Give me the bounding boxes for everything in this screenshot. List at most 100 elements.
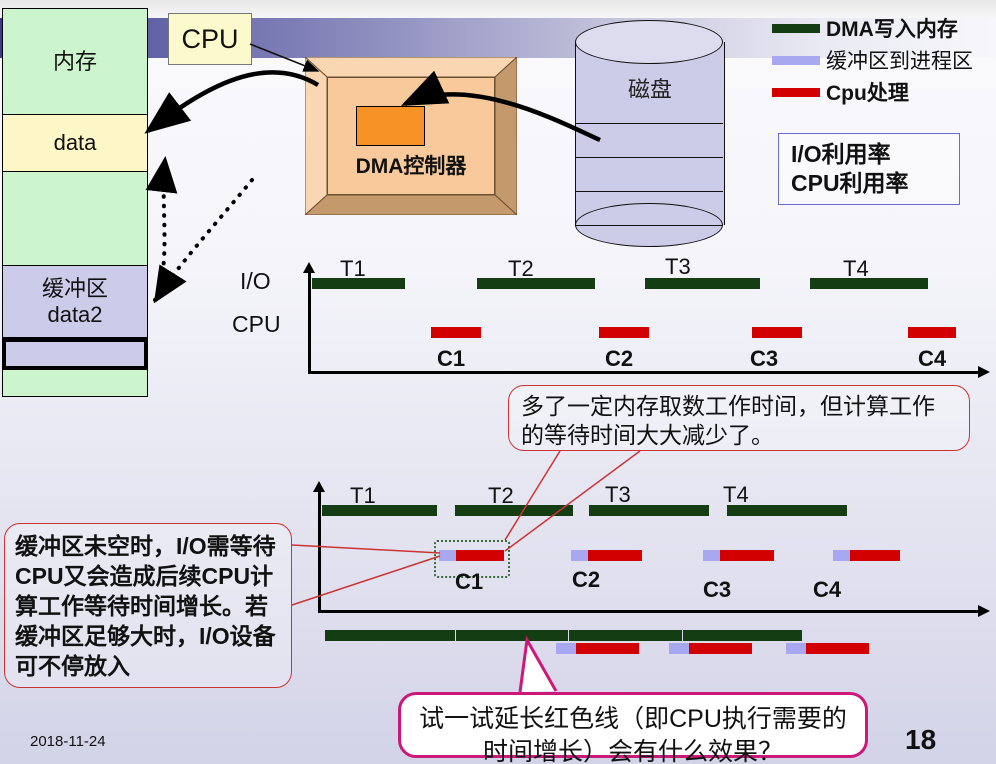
chart2-cpu-bar	[850, 550, 900, 561]
chart3-io-bar	[325, 630, 455, 641]
chart3-buffer-bar	[669, 643, 689, 654]
chart3-io-bar	[456, 630, 568, 641]
chart3-buffer-bar	[556, 643, 576, 654]
disk-divider-3	[575, 191, 723, 192]
chart2-cpu-label: C4	[813, 577, 842, 602]
legend-label-buffer: 缓冲区到进程区	[826, 50, 973, 73]
legend-label-cpu: Cpu处理	[826, 82, 909, 105]
leader-note-left-1	[291, 544, 441, 554]
chart1-axis-label-io: I/O	[240, 268, 271, 294]
disk-divider-1	[575, 123, 723, 124]
chart2-io-bar	[322, 505, 437, 516]
legend-label-dma: DMA写入内存	[826, 18, 958, 41]
chart2-io-label: T3	[605, 482, 631, 507]
chart1-y-axis	[308, 272, 311, 371]
callout-note-left-text: 缓冲区未空时，I/O需等待CPU又会造成后续CPU计算工作等待时间增长。若缓冲区…	[15, 533, 276, 679]
disk-label: 磁盘	[627, 77, 672, 102]
chart1-x-arrow-icon	[978, 366, 990, 378]
memory-label-main: 内存	[52, 48, 97, 74]
chart1-cpu-bar	[752, 327, 802, 338]
slide-canvas: 内存 data 缓冲区 data2 CPU DMA控制器 磁盘 DMA写入内存 …	[0, 0, 996, 764]
cpu-box-label: CPU	[181, 23, 239, 54]
disk-divider-2	[575, 157, 723, 158]
chart3-cpu-bar	[576, 643, 639, 654]
disk-diagram: 磁盘	[575, 20, 725, 248]
legend-item-cpu: Cpu处理	[772, 76, 994, 108]
footer-date: 2018-11-24	[30, 733, 106, 750]
memory-cell-tail	[2, 370, 148, 397]
chart1-x-axis	[308, 371, 980, 374]
disk-top-ellipse	[575, 20, 723, 64]
chart1-io-label: T1	[340, 256, 366, 281]
chart1-io-label: T4	[843, 256, 869, 281]
chart2-buffer-bar	[439, 550, 456, 561]
memory-cell-main: 内存	[2, 8, 148, 115]
dotted-arrow-down	[153, 178, 254, 304]
memory-label-buffer: 缓冲区	[41, 276, 108, 302]
memory-cell-free	[2, 172, 148, 266]
chart1-io-label: T2	[508, 256, 534, 281]
memory-cell-data: data	[2, 115, 148, 172]
chart1-cpu-bar	[908, 327, 956, 338]
chart2-cpu-label: C3	[703, 577, 732, 602]
chart3-cpu-bar	[689, 643, 752, 654]
chart2-io-label: T4	[723, 482, 749, 507]
callout-note-bottom-text: 试一试延长红色线（即CPU执行需要的时间增长）会有什么效果？	[419, 705, 847, 764]
callout-note-left: 缓冲区未空时，I/O需等待CPU又会造成后续CPU计算工作等待时间增长。若缓冲区…	[4, 523, 292, 688]
callout-note-top: 多了一定内存取数工作时间，但计算工作的等待时间大大减少了。	[508, 385, 970, 451]
chart1-cpu-label: C1	[437, 346, 466, 371]
memory-cell-buffer: 缓冲区 data2	[2, 266, 148, 338]
chart2-cpu-label: C2	[572, 567, 601, 592]
legend-swatch-buffer-icon	[772, 55, 820, 65]
dma-controller: DMA控制器	[305, 57, 517, 215]
chart2-io-label: T2	[488, 483, 514, 508]
chart1-io-label: T3	[665, 254, 691, 279]
chart1-cpu-label: C4	[918, 346, 947, 371]
callout-note-top-text: 多了一定内存取数工作时间，但计算工作的等待时间大大减少了。	[521, 393, 935, 449]
utilization-io: I/O利用率	[791, 140, 891, 167]
chart1-cpu-bar	[599, 327, 649, 338]
chart1-io-bar	[645, 278, 760, 289]
memory-cell-buffer-slot	[2, 338, 148, 370]
cpu-box: CPU	[168, 13, 252, 65]
chart2-cpu-bar	[720, 550, 774, 561]
chart2-io-bar	[455, 505, 573, 516]
chart1-cpu-label: C3	[750, 346, 779, 371]
memory-label-buffer2: data2	[47, 301, 103, 327]
utilization-cpu: CPU利用率	[791, 170, 909, 196]
memory-label-data: data	[53, 130, 97, 156]
legend-item-dma: DMA写入内存	[772, 12, 994, 44]
legend-swatch-dma-icon	[772, 23, 820, 33]
disk-body	[575, 42, 725, 225]
chart1-io-bar	[810, 278, 928, 289]
dma-register-block	[356, 106, 425, 146]
chart2-buffer-bar	[703, 550, 720, 561]
chart2-buffer-bar	[833, 550, 850, 561]
legend: DMA写入内存 缓冲区到进程区 Cpu处理	[772, 12, 994, 108]
chart2-cpu-label: C1	[455, 569, 484, 594]
leader-note-bottom	[518, 635, 558, 693]
chart3-cpu-bar	[806, 643, 869, 654]
dotted-arrow-up	[145, 156, 178, 302]
chart2-buffer-bar	[571, 550, 588, 561]
dma-to-memory-arrow	[144, 70, 320, 134]
legend-item-buffer: 缓冲区到进程区	[772, 44, 994, 76]
chart2-io-label: T1	[350, 483, 376, 508]
chart2-cpu-bar	[588, 550, 642, 561]
chart3-io-bar	[683, 630, 802, 641]
memory-diagram: 内存 data 缓冲区 data2	[2, 8, 148, 397]
callout-note-bottom: 试一试延长红色线（即CPU执行需要的时间增长）会有什么效果？	[398, 692, 868, 764]
chart1-io-bar	[477, 278, 595, 289]
chart1-axis-label-cpu: CPU	[232, 311, 281, 337]
chart2-x-arrow-icon	[978, 605, 990, 617]
legend-swatch-cpu-icon	[772, 87, 820, 97]
utilization-box: I/O利用率 CPU利用率	[778, 133, 960, 205]
chart2-y-axis	[318, 491, 321, 610]
chart2-cpu-bar	[456, 550, 504, 561]
dma-label: DMA控制器	[355, 155, 467, 178]
leader-note-left-2	[291, 555, 441, 606]
chart3-io-bar	[569, 630, 682, 641]
chart2-x-axis	[318, 610, 980, 613]
disk-divider-4	[575, 225, 723, 226]
footer-page-number: 18	[905, 724, 937, 755]
